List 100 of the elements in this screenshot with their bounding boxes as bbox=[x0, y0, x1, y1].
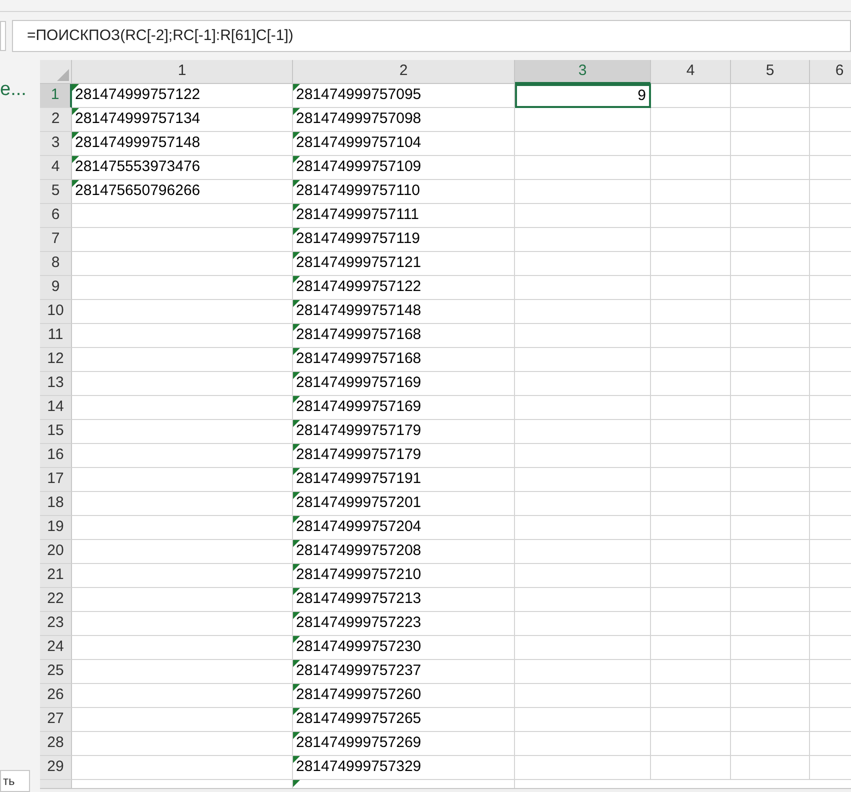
table-cell[interactable] bbox=[651, 372, 731, 396]
row-header[interactable]: 22 bbox=[40, 588, 72, 612]
column-header[interactable]: 4 bbox=[651, 60, 731, 84]
row-header[interactable]: 16 bbox=[40, 444, 72, 468]
table-cell[interactable]: 281475650796266 bbox=[72, 180, 293, 204]
row-header[interactable]: 20 bbox=[40, 540, 72, 564]
table-cell[interactable]: 281474999757168 bbox=[293, 324, 515, 348]
row-header[interactable]: 3 bbox=[40, 132, 72, 156]
table-cell[interactable] bbox=[651, 444, 731, 468]
row-header[interactable]: 10 bbox=[40, 300, 72, 324]
row-header[interactable]: 26 bbox=[40, 684, 72, 708]
row-header[interactable]: 27 bbox=[40, 708, 72, 732]
row-header[interactable]: 23 bbox=[40, 612, 72, 636]
table-cell[interactable] bbox=[731, 252, 810, 276]
table-cell[interactable] bbox=[515, 348, 651, 372]
select-all-corner[interactable] bbox=[40, 60, 72, 84]
row-header[interactable]: 28 bbox=[40, 732, 72, 756]
table-cell[interactable] bbox=[651, 540, 731, 564]
table-cell[interactable] bbox=[515, 588, 651, 612]
table-cell[interactable] bbox=[651, 612, 731, 636]
table-cell[interactable] bbox=[651, 396, 731, 420]
formula-field[interactable]: =ПОИСКПОЗ(RC[-2];RC[-1]:R[61]C[-1]) bbox=[12, 20, 851, 52]
table-cell[interactable] bbox=[515, 444, 651, 468]
table-cell[interactable] bbox=[651, 492, 731, 516]
table-cell[interactable]: 281474999757201 bbox=[293, 492, 515, 516]
name-box[interactable] bbox=[0, 21, 6, 51]
table-cell[interactable] bbox=[515, 684, 651, 708]
table-cell[interactable] bbox=[731, 372, 810, 396]
table-cell[interactable]: 281474999757109 bbox=[293, 156, 515, 180]
table-cell[interactable] bbox=[72, 612, 293, 636]
table-cell[interactable]: 281474999757204 bbox=[293, 516, 515, 540]
table-cell[interactable] bbox=[515, 540, 651, 564]
table-cell[interactable] bbox=[515, 300, 651, 324]
table-cell[interactable] bbox=[72, 756, 293, 780]
table-cell[interactable] bbox=[72, 324, 293, 348]
table-cell[interactable] bbox=[651, 660, 731, 684]
table-cell[interactable]: 281474999757095 bbox=[293, 84, 515, 108]
corner-triangle-icon[interactable] bbox=[57, 69, 69, 81]
table-cell[interactable]: 281474999757329 bbox=[293, 756, 515, 780]
table-cell[interactable]: 281474999757121 bbox=[293, 252, 515, 276]
table-cell[interactable] bbox=[72, 228, 293, 252]
table-cell[interactable] bbox=[515, 612, 651, 636]
table-cell[interactable] bbox=[731, 468, 810, 492]
row-header[interactable]: 12 bbox=[40, 348, 72, 372]
table-cell[interactable] bbox=[515, 660, 651, 684]
table-cell[interactable] bbox=[515, 132, 651, 156]
table-cell[interactable]: 281474999757111 bbox=[293, 204, 515, 228]
table-cell[interactable] bbox=[72, 396, 293, 420]
table-cell[interactable] bbox=[651, 228, 731, 252]
table-cell[interactable] bbox=[515, 636, 651, 660]
table-cell[interactable]: 281474999757213 bbox=[293, 588, 515, 612]
table-cell[interactable] bbox=[72, 300, 293, 324]
row-header[interactable]: 17 bbox=[40, 468, 72, 492]
table-cell[interactable] bbox=[72, 204, 293, 228]
table-cell[interactable] bbox=[515, 708, 651, 732]
table-cell[interactable] bbox=[515, 180, 651, 204]
table-cell[interactable] bbox=[515, 732, 651, 756]
table-cell[interactable] bbox=[651, 468, 731, 492]
table-cell[interactable] bbox=[731, 108, 810, 132]
table-cell[interactable] bbox=[731, 276, 810, 300]
table-cell[interactable] bbox=[515, 756, 651, 780]
table-cell[interactable] bbox=[731, 756, 810, 780]
horizontal-scrollbar[interactable] bbox=[40, 788, 851, 792]
table-cell[interactable] bbox=[731, 420, 810, 444]
row-header[interactable]: 29 bbox=[40, 756, 72, 780]
table-cell[interactable] bbox=[515, 420, 651, 444]
table-cell[interactable] bbox=[731, 300, 810, 324]
table-cell[interactable] bbox=[651, 708, 731, 732]
table-cell[interactable]: 281474999757148 bbox=[293, 300, 515, 324]
table-cell[interactable]: 9 bbox=[515, 84, 651, 108]
row-header[interactable]: 18 bbox=[40, 492, 72, 516]
column-header[interactable]: 2 bbox=[293, 60, 515, 84]
table-cell[interactable]: 281474999757208 bbox=[293, 540, 515, 564]
table-cell[interactable] bbox=[72, 708, 293, 732]
table-cell[interactable] bbox=[515, 228, 651, 252]
table-cell[interactable] bbox=[515, 468, 651, 492]
table-cell[interactable] bbox=[72, 540, 293, 564]
table-cell[interactable]: 281474999757122 bbox=[72, 84, 293, 108]
sheet-tab[interactable]: ть bbox=[0, 770, 30, 792]
table-cell[interactable] bbox=[651, 564, 731, 588]
row-header[interactable]: 6 bbox=[40, 204, 72, 228]
table-cell[interactable] bbox=[651, 132, 731, 156]
table-cell[interactable]: 281474999757169 bbox=[293, 372, 515, 396]
table-cell[interactable] bbox=[651, 84, 731, 108]
table-cell[interactable]: 281475553973476 bbox=[72, 156, 293, 180]
row-header[interactable]: 2 bbox=[40, 108, 72, 132]
table-cell[interactable] bbox=[72, 252, 293, 276]
table-cell[interactable]: 281474999757122 bbox=[293, 276, 515, 300]
row-header[interactable]: 19 bbox=[40, 516, 72, 540]
table-cell[interactable] bbox=[515, 396, 651, 420]
table-cell[interactable] bbox=[72, 372, 293, 396]
row-header[interactable] bbox=[40, 780, 72, 788]
row-header[interactable]: 8 bbox=[40, 252, 72, 276]
table-cell[interactable]: 281474999757210 bbox=[293, 564, 515, 588]
table-cell[interactable]: 281474999757269 bbox=[293, 732, 515, 756]
table-cell[interactable] bbox=[731, 492, 810, 516]
table-cell[interactable] bbox=[651, 348, 731, 372]
table-cell[interactable] bbox=[651, 300, 731, 324]
table-cell[interactable] bbox=[651, 276, 731, 300]
table-cell[interactable] bbox=[515, 492, 651, 516]
